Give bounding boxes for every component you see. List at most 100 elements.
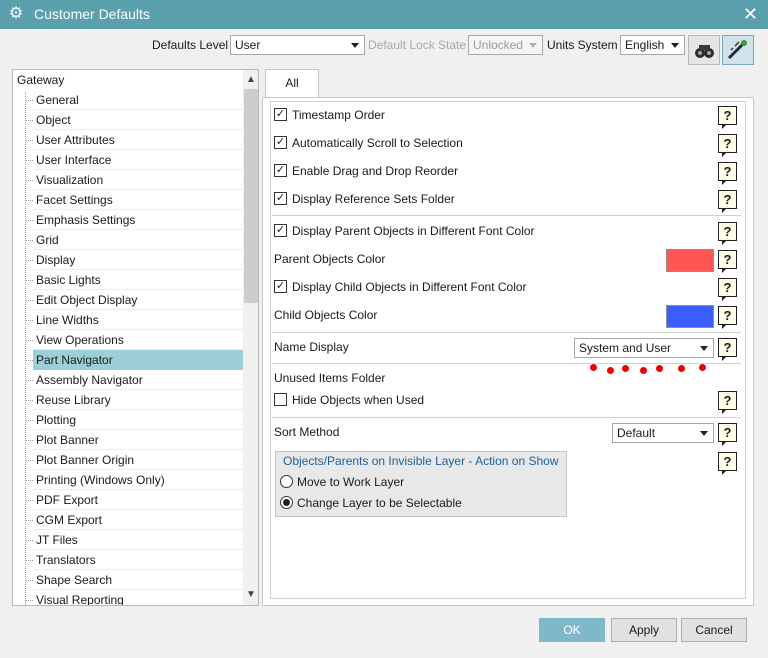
tree-item-object[interactable]: Object — [33, 110, 243, 130]
tree-item-plotting[interactable]: Plotting — [33, 410, 243, 430]
tree-connector-tick — [25, 300, 33, 301]
section-divider — [272, 363, 741, 364]
drag-drop-checkbox[interactable]: ✓ — [274, 164, 287, 177]
hide-objects-checkbox[interactable] — [274, 393, 287, 406]
help-icon[interactable]: ? — [718, 423, 737, 446]
scroll-down-icon[interactable]: ▼ — [243, 587, 258, 603]
tree-root-gateway[interactable]: Gateway — [17, 73, 64, 87]
units-system-label: Units System — [547, 38, 618, 52]
change-selectable-radio[interactable] — [280, 496, 293, 509]
close-icon[interactable]: ✕ — [743, 3, 758, 25]
tree-item-visual-reporting[interactable]: Visual Reporting — [33, 590, 243, 605]
ref-sets-folder-checkbox[interactable]: ✓ — [274, 192, 287, 205]
tree-connector-tick — [25, 380, 33, 381]
category-tree[interactable]: Gateway General Object User Attributes User… — [12, 69, 259, 606]
child-color-label: Child Objects Color — [274, 308, 378, 322]
help-icon[interactable]: ? — [718, 306, 737, 329]
tree-item-user-attributes[interactable]: User Attributes — [33, 130, 243, 150]
unused-folder-label: Unused Items Folder — [274, 371, 386, 385]
help-icon[interactable]: ? — [718, 134, 737, 157]
tree-connector-tick — [25, 240, 33, 241]
tree-item-cgm-export[interactable]: CGM Export — [33, 510, 243, 530]
move-work-layer-label: Move to Work Layer — [297, 475, 405, 489]
help-icon[interactable]: ? — [718, 250, 737, 273]
help-icon[interactable]: ? — [718, 106, 737, 129]
help-icon[interactable]: ? — [718, 278, 737, 301]
child-font-label: Display Child Objects in Different Font … — [292, 280, 527, 294]
name-display-select[interactable]: System and User — [574, 338, 714, 358]
chevron-down-icon — [671, 43, 679, 48]
tree-scrollbar[interactable]: ▲ ▼ — [243, 70, 258, 605]
auto-scroll-checkbox[interactable]: ✓ — [274, 136, 287, 149]
tree-connector-tick — [25, 340, 33, 341]
child-color-swatch[interactable] — [666, 305, 714, 328]
tree-item-display[interactable]: Display — [33, 250, 243, 270]
sort-method-select[interactable]: Default — [612, 423, 714, 443]
tree-item-grid[interactable]: Grid — [33, 230, 243, 250]
tree-item-assembly-navigator[interactable]: Assembly Navigator — [33, 370, 243, 390]
window-title: Customer Defaults — [34, 6, 150, 22]
tree-item-part-navigator[interactable]: Part Navigator — [33, 350, 243, 370]
help-icon[interactable]: ? — [718, 452, 737, 475]
tree-item-emphasis-settings[interactable]: Emphasis Settings — [33, 210, 243, 230]
defaults-level-select[interactable]: User — [230, 35, 365, 55]
drag-drop-label: Enable Drag and Drop Reorder — [292, 164, 459, 178]
tree-item-pdf-export[interactable]: PDF Export — [33, 490, 243, 510]
tree-item-translators[interactable]: Translators — [33, 550, 243, 570]
help-icon[interactable]: ? — [718, 190, 737, 213]
tab-all[interactable]: All — [265, 69, 319, 98]
tree-connector-tick — [25, 120, 33, 121]
help-icon[interactable]: ? — [718, 222, 737, 245]
tree-item-visualization[interactable]: Visualization — [33, 170, 243, 190]
help-icon[interactable]: ? — [718, 391, 737, 414]
units-system-select[interactable]: English — [620, 35, 685, 55]
tree-item-basic-lights[interactable]: Basic Lights — [33, 270, 243, 290]
parent-font-label: Display Parent Objects in Different Font… — [292, 224, 535, 238]
tree-item-user-interface[interactable]: User Interface — [33, 150, 243, 170]
sort-method-value: Default — [617, 426, 656, 440]
tree-item-facet-settings[interactable]: Facet Settings — [33, 190, 243, 210]
section-divider — [272, 332, 741, 333]
units-system-value: English — [625, 38, 665, 52]
help-icon[interactable]: ? — [718, 338, 737, 361]
child-font-checkbox[interactable]: ✓ — [274, 280, 287, 293]
change-selectable-label: Change Layer to be Selectable — [297, 496, 462, 510]
ref-sets-folder-label: Display Reference Sets Folder — [292, 192, 455, 206]
tree-item-plot-banner-origin[interactable]: Plot Banner Origin — [33, 450, 243, 470]
chevron-down-icon — [529, 43, 537, 48]
cancel-button[interactable]: Cancel — [681, 618, 747, 642]
tree-item-view-operations[interactable]: View Operations — [33, 330, 243, 350]
parent-font-checkbox[interactable]: ✓ — [274, 224, 287, 237]
scrollbar-thumb[interactable] — [244, 89, 258, 303]
binoculars-icon — [695, 45, 714, 58]
help-icon[interactable]: ? — [718, 162, 737, 185]
annotation-dot — [699, 364, 706, 371]
tree-item-edit-object-display[interactable]: Edit Object Display — [33, 290, 243, 310]
settings-wand-icon — [727, 40, 747, 60]
tree-item-plot-banner[interactable]: Plot Banner — [33, 430, 243, 450]
tree-item-jt-files[interactable]: JT Files — [33, 530, 243, 550]
annotation-dot — [656, 365, 663, 372]
parent-color-swatch[interactable] — [666, 249, 714, 272]
tree-item-reuse-library[interactable]: Reuse Library — [33, 390, 243, 410]
find-default-button[interactable] — [688, 35, 720, 65]
tree-item-printing-windows-only[interactable]: Printing (Windows Only) — [33, 470, 243, 490]
ok-button[interactable]: OK — [539, 618, 605, 642]
scroll-up-icon[interactable]: ▲ — [243, 72, 258, 88]
tree-connector-tick — [25, 100, 33, 101]
apply-button[interactable]: Apply — [611, 618, 677, 642]
tree-item-shape-search[interactable]: Shape Search — [33, 570, 243, 590]
tree-item-general[interactable]: General — [33, 90, 243, 110]
move-work-layer-radio[interactable] — [280, 475, 293, 488]
tree-connector-tick — [25, 200, 33, 201]
tree-item-line-widths[interactable]: Line Widths — [33, 310, 243, 330]
section-divider — [272, 417, 741, 418]
tree-connector-tick — [25, 600, 33, 601]
show-modified-button[interactable] — [722, 35, 754, 65]
tree-connector-tick — [25, 220, 33, 221]
name-display-label: Name Display — [274, 340, 349, 354]
title-bar: ⚙ Customer Defaults ✕ — [0, 0, 768, 29]
name-display-value: System and User — [579, 341, 672, 355]
timestamp-order-checkbox[interactable]: ✓ — [274, 108, 287, 121]
annotation-dot — [640, 367, 647, 374]
